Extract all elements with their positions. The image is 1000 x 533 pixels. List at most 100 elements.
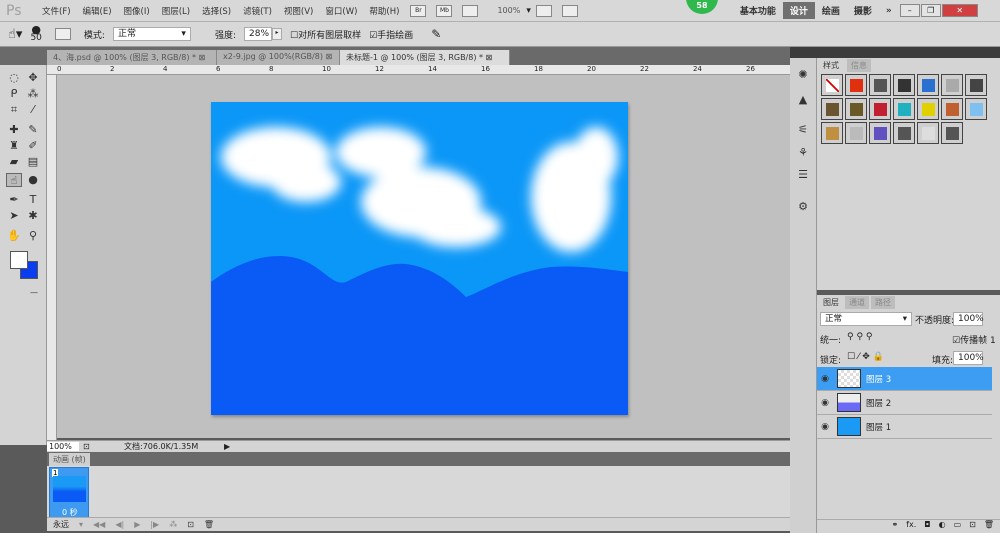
menu-window[interactable]: 窗口(W) bbox=[319, 5, 363, 17]
layer-row[interactable]: ◉ 图层 2 bbox=[817, 391, 992, 415]
menu-image[interactable]: 图像(I) bbox=[118, 5, 156, 17]
propagate-frame-checkbox[interactable]: ☑传播帧 1 bbox=[952, 333, 996, 346]
blend-mode-select[interactable]: 正常 ▾ bbox=[820, 312, 912, 326]
gradient-tool-icon[interactable]: ▤ bbox=[25, 155, 41, 169]
style-swatch[interactable] bbox=[821, 74, 843, 96]
delete-layer-icon[interactable]: 🗑 bbox=[984, 520, 994, 533]
tab-layers[interactable]: 图层 bbox=[819, 296, 843, 309]
actions-icon[interactable]: ☰ bbox=[795, 168, 811, 182]
tab-channels[interactable]: 通道 bbox=[845, 296, 869, 309]
type-tool-icon[interactable]: T bbox=[25, 193, 41, 207]
pressure-icon[interactable]: ✎ bbox=[431, 27, 441, 41]
view-extras-button[interactable] bbox=[462, 4, 479, 17]
style-swatch[interactable] bbox=[869, 98, 891, 120]
minimize-button[interactable]: – bbox=[899, 4, 920, 17]
status-menu-arrow[interactable]: ▶ bbox=[224, 442, 230, 451]
menu-layer[interactable]: 图层(L) bbox=[156, 5, 196, 17]
style-swatch[interactable] bbox=[941, 98, 963, 120]
workspace-painting[interactable]: 绘画 bbox=[815, 2, 847, 19]
brush-tool-icon[interactable]: ✎ bbox=[25, 123, 41, 137]
style-swatch[interactable] bbox=[893, 98, 915, 120]
add-mask-icon[interactable]: ◘ bbox=[924, 520, 930, 533]
opacity-input[interactable]: 100% bbox=[953, 312, 984, 326]
loop-select[interactable]: 永远 bbox=[53, 519, 69, 530]
style-swatch[interactable] bbox=[965, 98, 987, 120]
layer-row[interactable]: ◉ 图层 1 bbox=[817, 415, 992, 439]
style-swatch[interactable] bbox=[941, 122, 963, 144]
brush-panel-toggle[interactable] bbox=[54, 28, 71, 40]
adjustment-layer-icon[interactable]: ◐ bbox=[939, 520, 946, 533]
visibility-eye-icon[interactable]: ◉ bbox=[817, 374, 833, 384]
doc-tab-3[interactable]: 未标题-1 @ 100% (图层 3, RGB/8) * ⊠ bbox=[340, 50, 510, 65]
workspace-photography[interactable]: 摄影 bbox=[847, 2, 879, 19]
status-zoom-input[interactable]: 100% bbox=[47, 442, 79, 451]
workspace-more[interactable]: » bbox=[879, 4, 899, 18]
screen-mode-button[interactable] bbox=[561, 4, 578, 17]
document-canvas[interactable] bbox=[211, 102, 628, 415]
doc-tab-1[interactable]: 4、海.psd @ 100% (图层 3, RGB/8) * ⊠ bbox=[47, 50, 217, 65]
adjustments-icon[interactable]: ⚟ bbox=[795, 123, 811, 137]
style-swatch[interactable] bbox=[965, 74, 987, 96]
healing-tool-icon[interactable]: ✚ bbox=[6, 123, 22, 137]
style-swatch[interactable] bbox=[893, 122, 915, 144]
style-swatch[interactable] bbox=[893, 74, 915, 96]
restore-button[interactable]: ❐ bbox=[920, 4, 941, 17]
fx-button[interactable]: fx. bbox=[906, 520, 916, 533]
eyedropper-tool-icon[interactable]: ⁄ bbox=[25, 103, 41, 117]
move-tool-icon[interactable]: ✥ bbox=[25, 71, 41, 85]
tween-button[interactable]: ⁂ bbox=[169, 520, 177, 529]
style-swatch[interactable] bbox=[917, 74, 939, 96]
menu-file[interactable]: 文件(F) bbox=[36, 5, 77, 17]
tab-info[interactable]: 信息 bbox=[847, 59, 871, 72]
arrange-documents-button[interactable] bbox=[535, 4, 552, 17]
style-swatch[interactable] bbox=[821, 98, 843, 120]
animation-tab[interactable]: 动画 (帧) bbox=[49, 453, 90, 466]
play-button[interactable]: ▶ bbox=[134, 520, 140, 529]
stamp-tool-icon[interactable]: ♜ bbox=[6, 139, 22, 153]
duplicate-frame-button[interactable]: ⊡ bbox=[187, 520, 194, 529]
unify-icons[interactable]: ⚲ ⚲ ⚲ bbox=[847, 332, 873, 342]
link-layers-icon[interactable]: ⚭ bbox=[891, 520, 898, 533]
foreground-color-swatch[interactable] bbox=[10, 251, 28, 269]
doc-tab-2[interactable]: x2-9.jpg @ 100%(RGB/8) ⊠ bbox=[217, 50, 340, 65]
minibridge-button[interactable]: Mb bbox=[436, 4, 453, 17]
strength-input[interactable]: 28% bbox=[244, 27, 272, 41]
masks-icon[interactable]: ⚘ bbox=[795, 146, 811, 160]
menu-view[interactable]: 视图(V) bbox=[278, 5, 319, 17]
eraser-tool-icon[interactable]: ▰ bbox=[6, 155, 22, 169]
finger-painting-checkbox[interactable]: ☑手指绘画 bbox=[369, 28, 413, 41]
navigator-icon[interactable]: ✺ bbox=[795, 68, 811, 82]
style-swatch[interactable] bbox=[845, 74, 867, 96]
bridge-button[interactable]: Br bbox=[410, 4, 427, 17]
histogram-icon[interactable]: ▲ bbox=[795, 93, 811, 107]
visibility-eye-icon[interactable]: ◉ bbox=[817, 398, 833, 408]
workspace-design[interactable]: 设计 bbox=[782, 2, 815, 19]
menu-filter[interactable]: 滤镜(T) bbox=[237, 5, 278, 17]
zoom-tool-icon[interactable]: ⚲ bbox=[25, 229, 41, 243]
pen-tool-icon[interactable]: ✒ bbox=[6, 193, 22, 207]
tab-paths[interactable]: 路径 bbox=[871, 296, 895, 309]
workspace-essentials[interactable]: 基本功能 bbox=[733, 2, 783, 19]
history-brush-icon[interactable]: ✐ bbox=[25, 139, 41, 153]
sample-all-layers-checkbox[interactable]: ☐对所有图层取样 bbox=[290, 28, 361, 41]
style-swatch[interactable] bbox=[941, 74, 963, 96]
hand-tool-icon[interactable]: ✋ bbox=[6, 229, 22, 243]
close-button[interactable]: ✕ bbox=[941, 4, 978, 17]
delete-frame-button[interactable]: 🗑 bbox=[204, 520, 214, 529]
marquee-tool-icon[interactable]: ◌ bbox=[6, 71, 22, 85]
smudge-tool-icon[interactable]: ☝ bbox=[6, 173, 22, 187]
menu-help[interactable]: 帮助(H) bbox=[363, 5, 405, 17]
menu-select[interactable]: 选择(S) bbox=[196, 5, 237, 17]
tab-styles[interactable]: 样式 bbox=[819, 59, 843, 72]
new-layer-icon[interactable]: ⊡ bbox=[969, 520, 976, 533]
layer-row[interactable]: ◉ 图层 3 bbox=[817, 367, 992, 391]
lasso-tool-icon[interactable]: ᑭ bbox=[6, 87, 22, 101]
brush-preset-picker[interactable]: ● 50 bbox=[30, 24, 41, 43]
style-swatch[interactable] bbox=[821, 122, 843, 144]
smudge-tool-preset-icon[interactable]: ☝▾ bbox=[8, 27, 22, 42]
style-swatch[interactable] bbox=[869, 122, 891, 144]
style-swatch[interactable] bbox=[845, 98, 867, 120]
visibility-eye-icon[interactable]: ◉ bbox=[817, 422, 833, 432]
zoom-level-select[interactable]: 100% bbox=[497, 6, 520, 15]
shape-tool-icon[interactable]: ✱ bbox=[25, 209, 41, 223]
